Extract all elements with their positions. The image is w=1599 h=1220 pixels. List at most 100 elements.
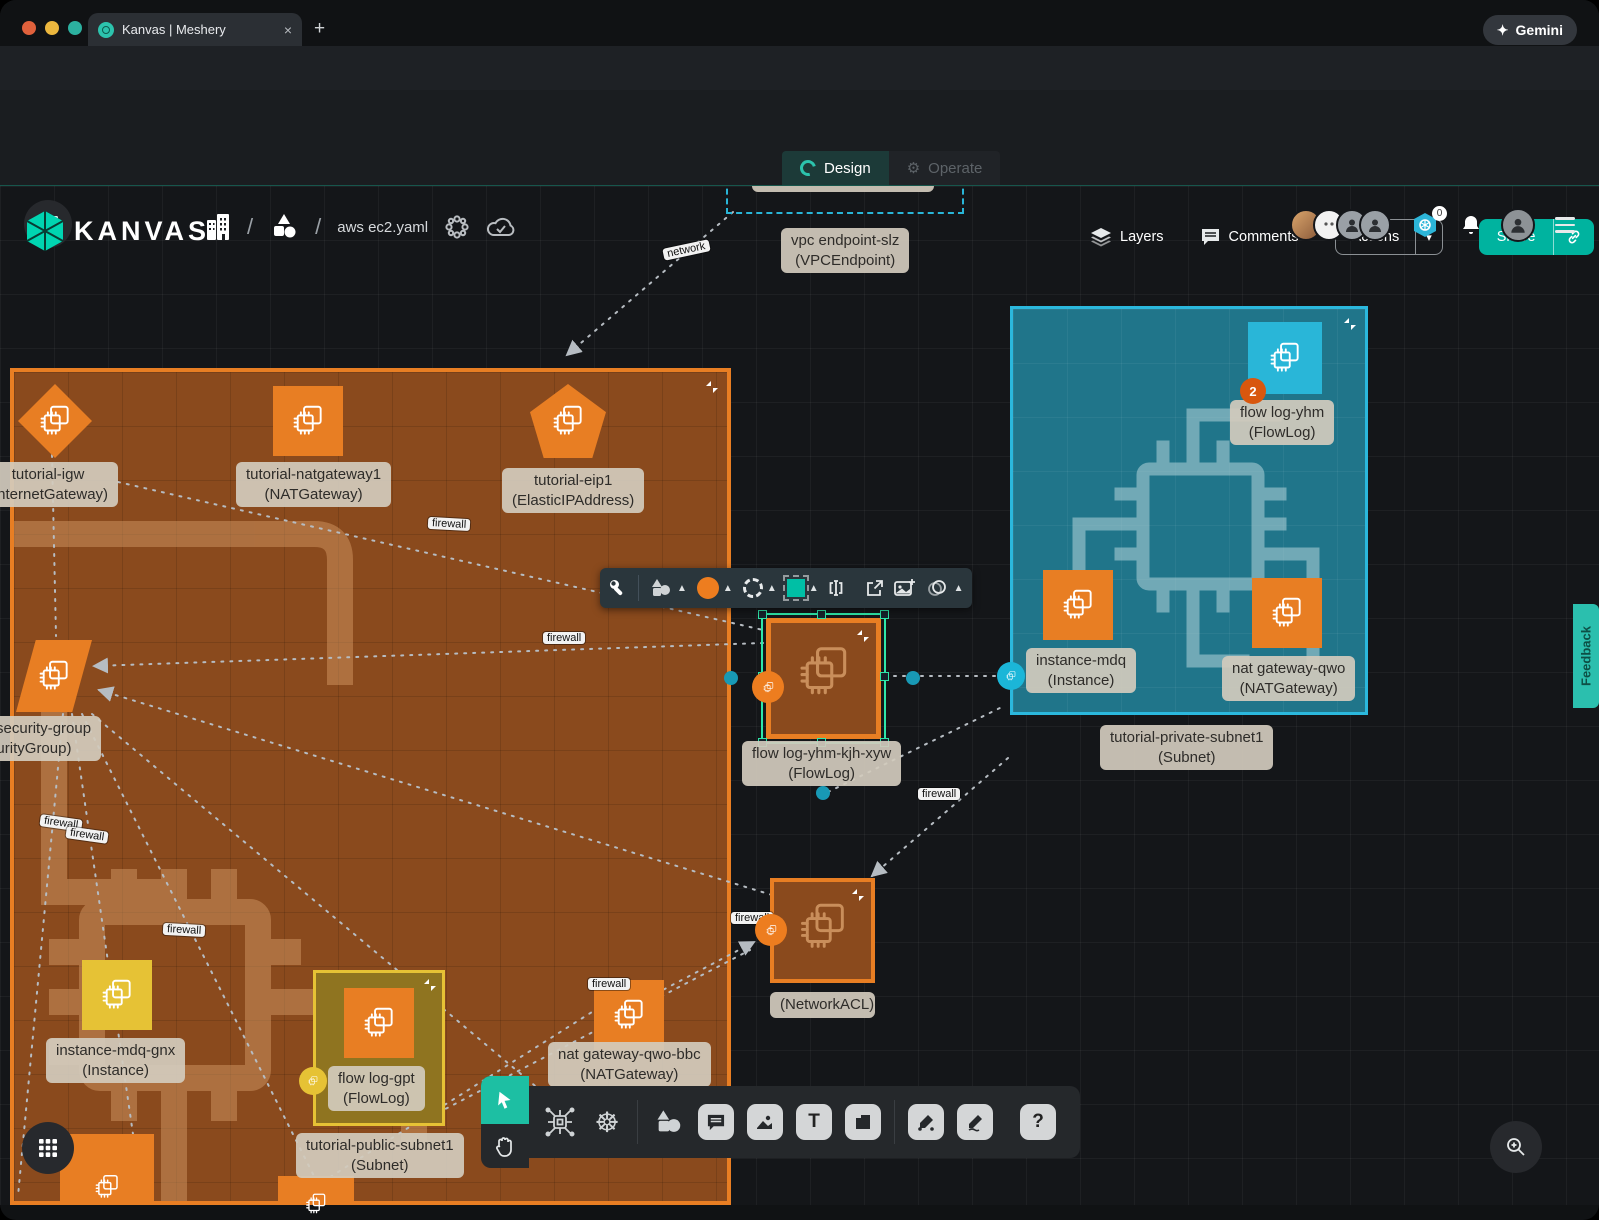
tab-operate[interactable]: ⚙ Operate: [889, 151, 1001, 185]
text-tool-button[interactable]: T: [796, 1104, 832, 1140]
app-menu-button[interactable]: [1555, 213, 1575, 237]
note-tool-button[interactable]: [845, 1104, 881, 1140]
comment-tool-button[interactable]: [698, 1104, 734, 1140]
add-image-button[interactable]: [894, 578, 916, 598]
collaborator-avatar[interactable]: [1359, 209, 1391, 241]
help-label: ?: [1032, 1111, 1044, 1133]
edge-label-firewall[interactable]: firewall: [163, 923, 206, 937]
shape-picker-button[interactable]: ▲: [649, 577, 687, 599]
freehand-draw-button[interactable]: [957, 1104, 993, 1140]
cloud-sync-icon[interactable]: [486, 216, 516, 238]
collapse-icon[interactable]: [851, 888, 865, 902]
natgateway1-label[interactable]: tutorial-natgateway1(NATGateway): [236, 462, 391, 507]
workspace-shapes-icon[interactable]: [269, 213, 299, 241]
select-tool-button[interactable]: [481, 1076, 529, 1124]
configure-tool-button[interactable]: [608, 578, 628, 598]
eip1-label[interactable]: tutorial-eip1(ElasticIPAddress): [502, 468, 644, 513]
collapse-icon[interactable]: [1343, 317, 1357, 331]
edge-label-firewall[interactable]: firewall: [428, 517, 471, 531]
tab-close-icon[interactable]: ×: [284, 22, 292, 38]
zoom-button[interactable]: [1490, 1121, 1542, 1173]
rename-button[interactable]: [829, 579, 855, 597]
node-instance-gnx[interactable]: [82, 960, 152, 1030]
image-tool-button[interactable]: [747, 1104, 783, 1140]
edge-tool-button[interactable]: [908, 1104, 944, 1140]
comments-button[interactable]: Comments: [1200, 227, 1299, 247]
flowlog-yhm-count-badge[interactable]: 2: [1240, 378, 1266, 404]
environment-badge[interactable]: 0: [1411, 211, 1441, 239]
flowlog-gpt-badge[interactable]: [299, 1067, 327, 1095]
node-natgateway-qwo[interactable]: [1252, 578, 1322, 648]
kubernetes-tool-button[interactable]: ☸: [590, 1105, 624, 1139]
kanvas-logo[interactable]: KANVAS: [26, 210, 210, 252]
collapse-icon[interactable]: [705, 380, 719, 394]
resize-handle[interactable]: [817, 610, 826, 619]
design-file-name[interactable]: aws ec2.yaml: [337, 219, 428, 236]
fill-color-button[interactable]: ▲: [697, 577, 733, 599]
collaborator-avatars[interactable]: [1290, 209, 1391, 241]
node-flowlog-gpt[interactable]: [344, 988, 414, 1058]
kanvas-logo-text: KANVAS: [74, 216, 210, 247]
extensions-flower-icon[interactable]: [444, 214, 470, 240]
component-tool-button[interactable]: [543, 1105, 577, 1139]
highlight-color-button[interactable]: ▲: [787, 579, 819, 597]
flowlog-selected-label[interactable]: flow log-yhm-kjh-xyw(FlowLog): [742, 741, 901, 786]
close-window-button[interactable]: [22, 21, 36, 35]
apps-grid-button[interactable]: [22, 1122, 74, 1174]
node-instance-mdq[interactable]: [1043, 570, 1113, 640]
comment-icon: [1200, 227, 1221, 247]
instance-gnx-label[interactable]: instance-mdq-gnx(Instance): [46, 1038, 185, 1083]
border-style-button[interactable]: ▲: [743, 578, 777, 598]
node-partial-bottom[interactable]: [278, 1176, 354, 1205]
public-subnet-label[interactable]: tutorial-public-subnet1(Subnet): [296, 1133, 464, 1178]
minimize-window-button[interactable]: [45, 21, 59, 35]
pan-tool-button[interactable]: [481, 1126, 529, 1168]
browser-tab[interactable]: Kanvas | Meshery ×: [88, 13, 302, 46]
edge-label-firewall[interactable]: firewall: [543, 632, 585, 644]
pencil-icon: [965, 1112, 985, 1132]
collapse-icon[interactable]: [423, 978, 437, 992]
edge-label-firewall[interactable]: firewall: [588, 978, 630, 990]
natgateway-qwo-label[interactable]: nat gateway-qwo(NATGateway): [1222, 656, 1355, 701]
edge-anchor-dot[interactable]: [816, 786, 830, 800]
shapes-tool-button[interactable]: [651, 1105, 685, 1139]
resize-handle[interactable]: [758, 610, 767, 619]
group-style-button[interactable]: ▲: [926, 578, 964, 598]
node-natgateway1[interactable]: [273, 386, 343, 456]
subnet-edge-badge[interactable]: [997, 662, 1025, 690]
help-button[interactable]: ?: [1020, 1104, 1056, 1140]
gemini-button[interactable]: ✦ Gemini: [1483, 15, 1577, 45]
open-in-new-button[interactable]: [865, 579, 884, 598]
edge-label-firewall[interactable]: firewall: [918, 788, 960, 800]
url-bar-row: ← → ↻ kanvas.new/extension/meshmap?mode=…: [0, 46, 1599, 90]
network-acl-badge[interactable]: [755, 914, 787, 946]
notifications-bell-icon[interactable]: [1461, 214, 1481, 236]
flowlog-gpt-label[interactable]: flow log-gpt(FlowLog): [328, 1066, 425, 1111]
network-acl-label[interactable]: (NetworkACL): [770, 992, 875, 1018]
resize-handle[interactable]: [880, 610, 889, 619]
edge-anchor-dot[interactable]: [906, 671, 920, 685]
vpc-endpoint-label[interactable]: vpc endpoint-slz(VPCEndpoint): [781, 228, 909, 273]
node-natgateway-bbc[interactable]: [594, 980, 664, 1050]
instance-mdq-label[interactable]: instance-mdq(Instance): [1026, 648, 1136, 693]
chevron-up-icon: ▲: [767, 583, 777, 594]
security-group-label[interactable]: tutorial-security-group(SecurityGroup): [0, 716, 101, 761]
organization-icon[interactable]: [205, 212, 231, 242]
dashed-circle-icon: [743, 578, 763, 598]
zoom-window-button[interactable]: [68, 21, 82, 35]
flowlog-selected-badge[interactable]: [752, 671, 784, 703]
kubernetes-wheel-icon: ☸: [594, 1106, 619, 1139]
user-avatar[interactable]: [1501, 208, 1535, 242]
igw-label[interactable]: tutorial-igw(InternetGateway): [0, 462, 118, 507]
tab-design[interactable]: Design: [782, 151, 889, 185]
node-partial-bottom-left[interactable]: [60, 1134, 154, 1205]
dock-left-column: [481, 1076, 529, 1168]
feedback-tab[interactable]: Feedback: [1573, 604, 1599, 708]
layers-button[interactable]: Layers: [1090, 227, 1164, 247]
resize-handle[interactable]: [880, 672, 889, 681]
natgateway-bbc-label[interactable]: nat gateway-qwo-bbc(NATGateway): [548, 1042, 711, 1087]
edge-anchor-dot[interactable]: [724, 671, 738, 685]
private-subnet-label[interactable]: tutorial-private-subnet1(Subnet): [1100, 725, 1273, 770]
new-tab-button[interactable]: +: [314, 18, 325, 40]
flowlog-yhm-label[interactable]: flow log-yhm(FlowLog): [1230, 400, 1334, 445]
